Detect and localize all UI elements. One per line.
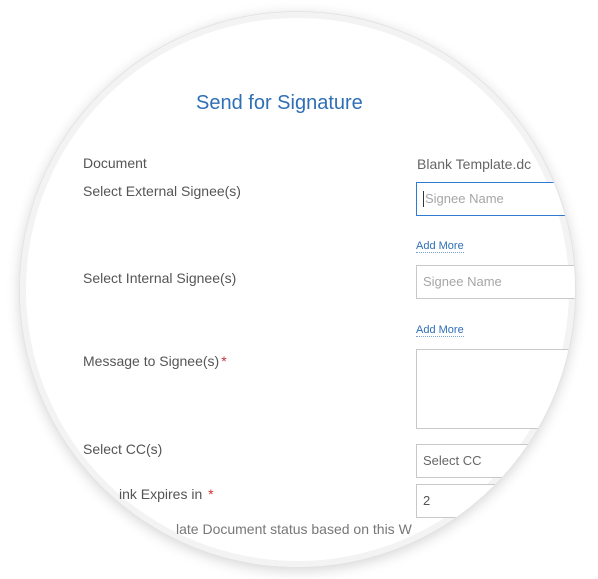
link-expires-value: 2 xyxy=(423,493,431,508)
magnifier-lens: Send for Signature Document Blank Templa… xyxy=(20,12,575,567)
internal-signees-label: Select Internal Signee(s) xyxy=(83,270,237,286)
message-label-row: Message to Signee(s) * xyxy=(83,353,227,369)
send-for-signature-dialog: Send for Signature Document Blank Templa… xyxy=(20,12,575,567)
external-signee-input[interactable]: Signee Name xyxy=(416,182,575,216)
document-label: Document xyxy=(83,155,147,171)
internal-signee-input[interactable]: Signee Name xyxy=(416,265,575,299)
external-signees-label: Select External Signee(s) xyxy=(83,183,241,199)
link-expires-label: ink Expires in xyxy=(119,486,203,502)
internal-add-more-link[interactable]: Add More xyxy=(416,324,464,337)
update-status-label: late Document status based on this W xyxy=(176,521,412,537)
link-expires-label-row: ink Expires in * xyxy=(119,486,214,502)
internal-signee-placeholder: Signee Name xyxy=(423,274,502,289)
message-required-mark: * xyxy=(221,353,227,369)
dialog-title: Send for Signature xyxy=(196,92,363,114)
document-name: Blank Template.dc xyxy=(417,156,532,172)
message-label: Message to Signee(s) xyxy=(83,353,220,369)
message-textarea[interactable] xyxy=(416,349,575,429)
screenshot-stage: Send for Signature Document Blank Templa… xyxy=(0,0,598,579)
link-expires-required-mark: * xyxy=(208,486,214,502)
cc-select[interactable]: Select CC xyxy=(416,444,575,478)
external-signee-placeholder: Signee Name xyxy=(425,191,504,206)
link-expires-input[interactable]: 2 xyxy=(416,484,575,518)
cc-placeholder: Select CC xyxy=(423,453,482,468)
cc-label: Select CC(s) xyxy=(83,441,163,457)
external-add-more-link[interactable]: Add More xyxy=(416,240,464,253)
